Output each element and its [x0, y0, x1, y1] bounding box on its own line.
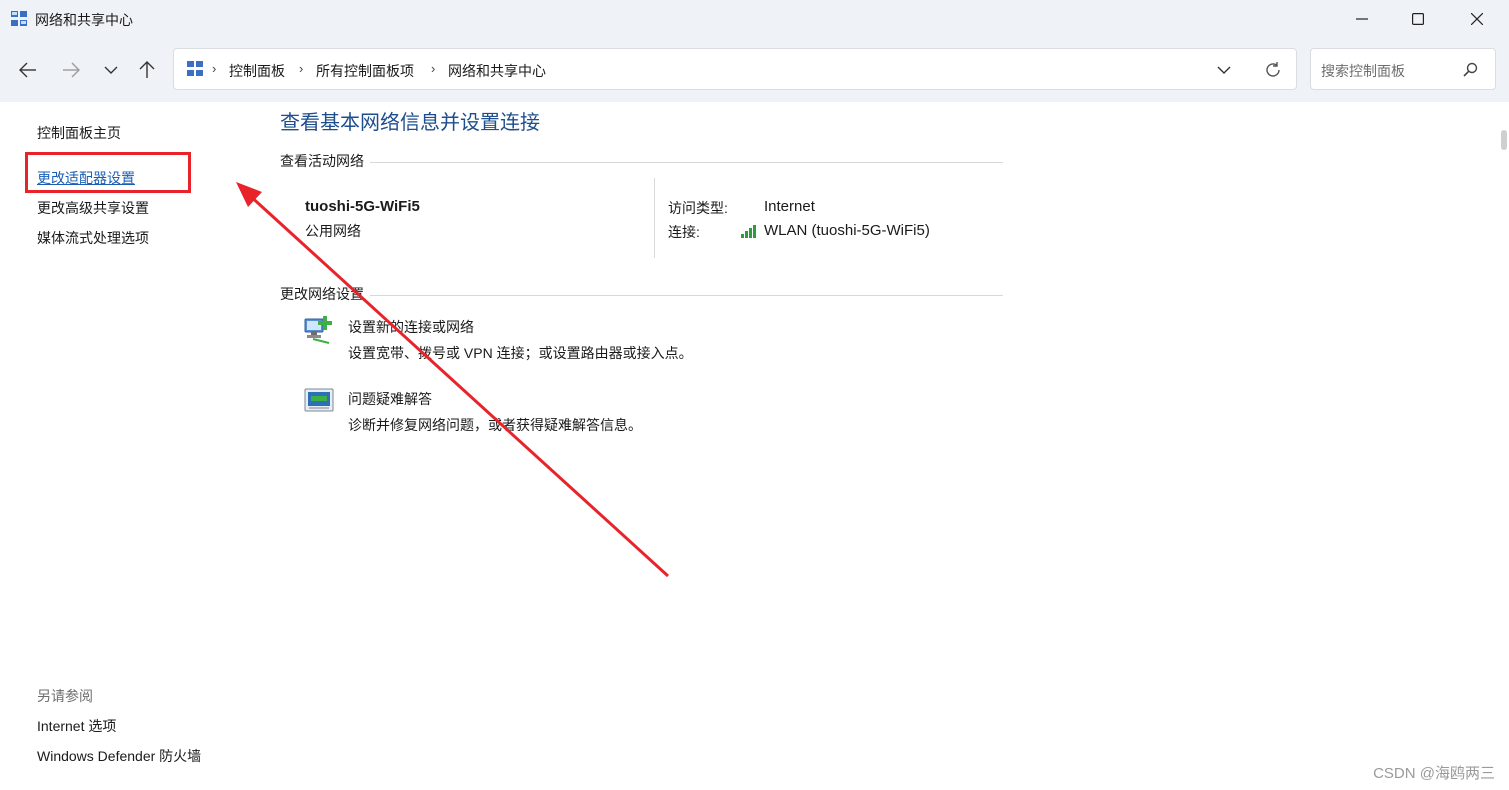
scrollbar-thumb[interactable]: [1501, 130, 1507, 150]
annotation-arrow: [236, 182, 670, 578]
watermark: CSDN @海鸥两三: [1373, 765, 1495, 782]
